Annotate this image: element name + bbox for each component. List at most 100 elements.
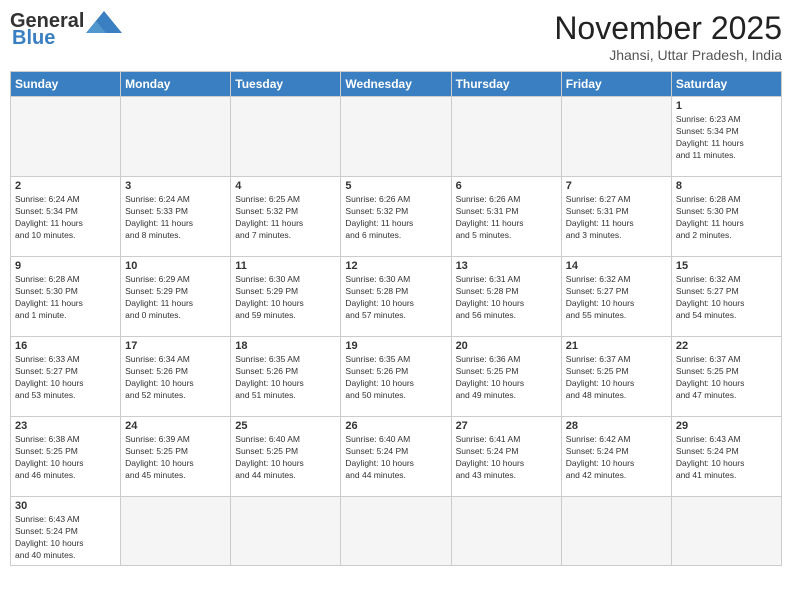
day-cell: 19Sunrise: 6:35 AM Sunset: 5:26 PM Dayli… — [341, 337, 451, 417]
day-cell: 20 Sunrise: 6:36 AM Sunset: 5:25 PM Dayli… — [451, 337, 561, 417]
day-cell — [341, 97, 451, 177]
day-info: Sunrise: 6:32 AM Sunset: 5:27 PM Dayligh… — [566, 274, 667, 322]
day-number: 17 — [125, 340, 226, 352]
day-cell — [561, 97, 671, 177]
day-number: 22 — [676, 340, 777, 352]
day-number: 13 — [456, 260, 557, 272]
day-cell — [561, 497, 671, 566]
day-info: Sunrise: 6:34 AM Sunset: 5:26 PM Dayligh… — [125, 354, 226, 402]
day-info: Sunrise: 6:24 AM Sunset: 5:34 PM Dayligh… — [15, 194, 116, 242]
location: Jhansi, Uttar Pradesh, India — [554, 47, 782, 63]
day-cell: 11 Sunrise: 6:30 AM Sunset: 5:29 PM Dayli… — [231, 257, 341, 337]
day-number: 27 — [456, 420, 557, 432]
day-info: Sunrise: 6:32 AM Sunset: 5:27 PM Dayligh… — [676, 274, 777, 322]
day-number: 12 — [345, 260, 446, 272]
day-info: Sunrise: 6:29 AM Sunset: 5:29 PM Dayligh… — [125, 274, 226, 322]
day-number: 29 — [676, 420, 777, 432]
day-info: Sunrise: 6:43 AM Sunset: 5:24 PM Dayligh… — [15, 514, 116, 562]
day-number: 18 — [235, 340, 336, 352]
day-cell — [451, 497, 561, 566]
weekday-header-wednesday: Wednesday — [341, 72, 451, 97]
day-info: Sunrise: 6:24 AM Sunset: 5:33 PM Dayligh… — [125, 194, 226, 242]
day-info: Sunrise: 6:38 AM Sunset: 5:25 PM Dayligh… — [15, 434, 116, 482]
day-cell — [231, 97, 341, 177]
day-cell: 14Sunrise: 6:32 AM Sunset: 5:27 PM Dayli… — [561, 257, 671, 337]
day-cell — [671, 497, 781, 566]
weekday-header-friday: Friday — [561, 72, 671, 97]
weekday-header-sunday: Sunday — [11, 72, 121, 97]
day-cell: 21 Sunrise: 6:37 AM Sunset: 5:25 PM Dayli… — [561, 337, 671, 417]
day-cell — [451, 97, 561, 177]
day-info: Sunrise: 6:30 AM Sunset: 5:28 PM Dayligh… — [345, 274, 446, 322]
day-info: Sunrise: 6:41 AM Sunset: 5:24 PM Dayligh… — [456, 434, 557, 482]
day-cell — [11, 97, 121, 177]
day-number: 21 — [566, 340, 667, 352]
day-info: Sunrise: 6:40 AM Sunset: 5:25 PM Dayligh… — [235, 434, 336, 482]
day-info: Sunrise: 6:37 AM Sunset: 5:25 PM Dayligh… — [566, 354, 667, 402]
day-info: Sunrise: 6:39 AM Sunset: 5:25 PM Dayligh… — [125, 434, 226, 482]
day-number: 23 — [15, 420, 116, 432]
weekday-header-monday: Monday — [121, 72, 231, 97]
day-info: Sunrise: 6:28 AM Sunset: 5:30 PM Dayligh… — [15, 274, 116, 322]
day-info: Sunrise: 6:42 AM Sunset: 5:24 PM Dayligh… — [566, 434, 667, 482]
day-cell: 26Sunrise: 6:40 AM Sunset: 5:24 PM Dayli… — [341, 417, 451, 497]
day-info: Sunrise: 6:37 AM Sunset: 5:25 PM Dayligh… — [676, 354, 777, 402]
day-number: 2 — [15, 180, 116, 192]
day-number: 9 — [15, 260, 116, 272]
weekday-header-thursday: Thursday — [451, 72, 561, 97]
week-row-1: 1 Sunrise: 6:23 AM Sunset: 5:34 PM Daylig… — [11, 97, 782, 177]
week-row-3: 9 Sunrise: 6:28 AM Sunset: 5:30 PM Daylig… — [11, 257, 782, 337]
day-cell: 7Sunrise: 6:27 AM Sunset: 5:31 PM Daylig… — [561, 177, 671, 257]
day-number: 24 — [125, 420, 226, 432]
day-info: Sunrise: 6:30 AM Sunset: 5:29 PM Dayligh… — [235, 274, 336, 322]
day-number: 25 — [235, 420, 336, 432]
day-cell: 15Sunrise: 6:32 AM Sunset: 5:27 PM Dayli… — [671, 257, 781, 337]
day-number: 1 — [676, 100, 777, 112]
day-info: Sunrise: 6:27 AM Sunset: 5:31 PM Dayligh… — [566, 194, 667, 242]
day-number: 30 — [15, 500, 116, 512]
day-info: Sunrise: 6:36 AM Sunset: 5:25 PM Dayligh… — [456, 354, 557, 402]
day-cell — [121, 497, 231, 566]
day-cell: 10 Sunrise: 6:29 AM Sunset: 5:29 PM Dayli… — [121, 257, 231, 337]
day-number: 5 — [345, 180, 446, 192]
day-info: Sunrise: 6:43 AM Sunset: 5:24 PM Dayligh… — [676, 434, 777, 482]
day-info: Sunrise: 6:25 AM Sunset: 5:32 PM Dayligh… — [235, 194, 336, 242]
day-cell: 24 Sunrise: 6:39 AM Sunset: 5:25 PM Dayli… — [121, 417, 231, 497]
day-info: Sunrise: 6:26 AM Sunset: 5:32 PM Dayligh… — [345, 194, 446, 242]
day-cell: 1 Sunrise: 6:23 AM Sunset: 5:34 PM Daylig… — [671, 97, 781, 177]
day-cell: 6Sunrise: 6:26 AM Sunset: 5:31 PM Daylig… — [451, 177, 561, 257]
weekday-header-tuesday: Tuesday — [231, 72, 341, 97]
day-cell: 29 Sunrise: 6:43 AM Sunset: 5:24 PM Dayli… — [671, 417, 781, 497]
day-cell: 22 Sunrise: 6:37 AM Sunset: 5:25 PM Dayli… — [671, 337, 781, 417]
week-row-6: 30 Sunrise: 6:43 AM Sunset: 5:24 PM Dayli… — [11, 497, 782, 566]
day-info: Sunrise: 6:23 AM Sunset: 5:34 PM Dayligh… — [676, 114, 777, 162]
day-cell: 16Sunrise: 6:33 AM Sunset: 5:27 PM Dayli… — [11, 337, 121, 417]
day-cell: 18Sunrise: 6:35 AM Sunset: 5:26 PM Dayli… — [231, 337, 341, 417]
day-number: 20 — [456, 340, 557, 352]
day-cell: 9 Sunrise: 6:28 AM Sunset: 5:30 PM Daylig… — [11, 257, 121, 337]
day-number: 10 — [125, 260, 226, 272]
month-title: November 2025 — [554, 10, 782, 47]
day-number: 4 — [235, 180, 336, 192]
day-cell: 17 Sunrise: 6:34 AM Sunset: 5:26 PM Dayli… — [121, 337, 231, 417]
day-number: 28 — [566, 420, 667, 432]
day-cell: 27 Sunrise: 6:41 AM Sunset: 5:24 PM Dayli… — [451, 417, 561, 497]
day-cell: 12 Sunrise: 6:30 AM Sunset: 5:28 PM Dayli… — [341, 257, 451, 337]
day-info: Sunrise: 6:26 AM Sunset: 5:31 PM Dayligh… — [456, 194, 557, 242]
day-number: 11 — [235, 260, 336, 272]
day-cell: 5 Sunrise: 6:26 AM Sunset: 5:32 PM Daylig… — [341, 177, 451, 257]
weekday-header-saturday: Saturday — [671, 72, 781, 97]
logo-blue: Blue — [12, 27, 55, 50]
day-number: 8 — [676, 180, 777, 192]
day-cell: 2 Sunrise: 6:24 AM Sunset: 5:34 PM Daylig… — [11, 177, 121, 257]
logo: General Blue — [10, 10, 122, 50]
day-cell — [121, 97, 231, 177]
day-info: Sunrise: 6:31 AM Sunset: 5:28 PM Dayligh… — [456, 274, 557, 322]
day-info: Sunrise: 6:28 AM Sunset: 5:30 PM Dayligh… — [676, 194, 777, 242]
day-info: Sunrise: 6:40 AM Sunset: 5:24 PM Dayligh… — [345, 434, 446, 482]
day-number: 3 — [125, 180, 226, 192]
weekday-header-row: SundayMondayTuesdayWednesdayThursdayFrid… — [11, 72, 782, 97]
day-cell: 30 Sunrise: 6:43 AM Sunset: 5:24 PM Dayli… — [11, 497, 121, 566]
week-row-2: 2 Sunrise: 6:24 AM Sunset: 5:34 PM Daylig… — [11, 177, 782, 257]
title-section: November 2025 Jhansi, Uttar Pradesh, Ind… — [554, 10, 782, 63]
